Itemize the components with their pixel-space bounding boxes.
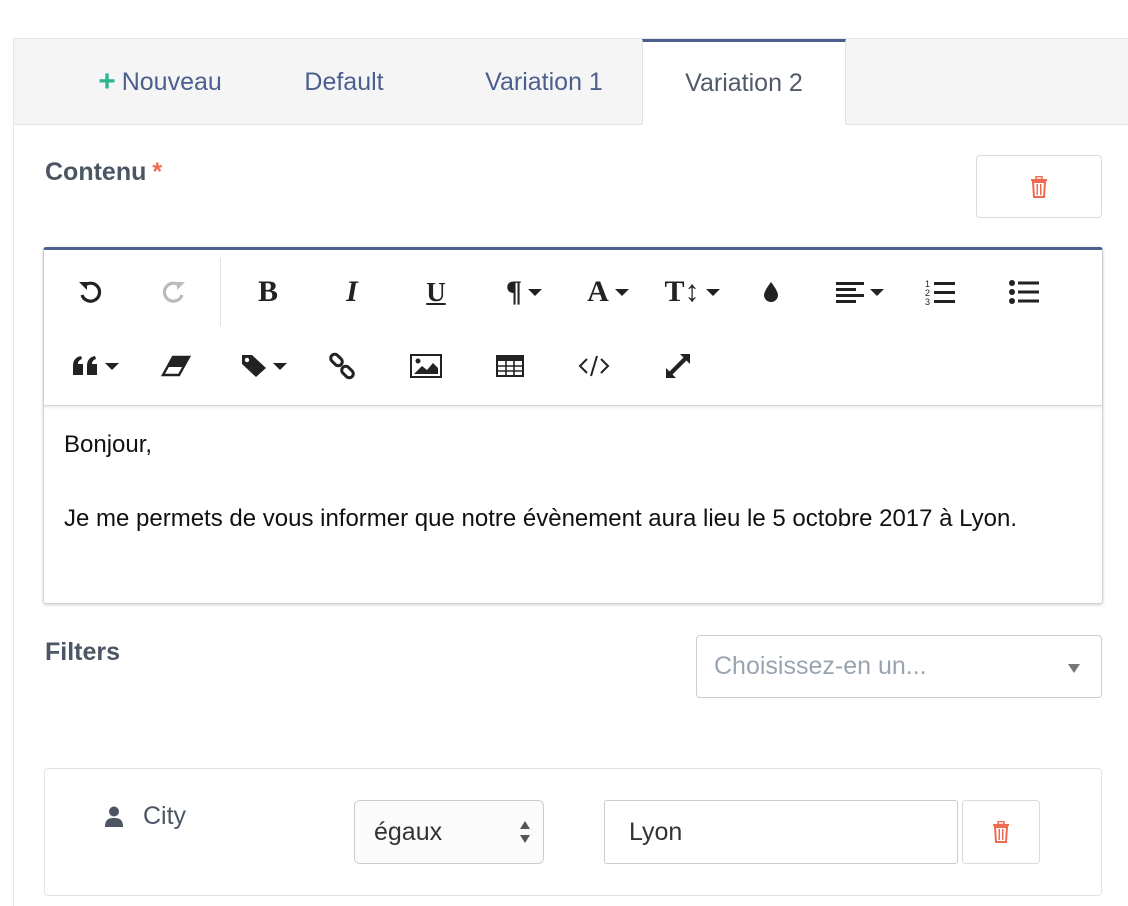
editor-content[interactable]: Bonjour, Je me permets de vous informer … (64, 426, 1084, 537)
content-label: Contenu * (45, 158, 162, 187)
chevron-down-icon (705, 288, 720, 296)
content-line-greeting: Bonjour, (64, 431, 153, 458)
up-down-arrows-icon (520, 821, 530, 843)
link-icon (329, 352, 355, 380)
filter-select-placeholder: Choisissez-en un... (714, 652, 927, 680)
unordered-list-button[interactable] (1004, 272, 1044, 312)
tag-button[interactable] (234, 346, 294, 386)
eraser-icon (161, 355, 191, 377)
required-marker: * (152, 158, 163, 186)
quote-button[interactable] (66, 346, 126, 386)
font-style-button[interactable]: A (578, 272, 638, 312)
tab-variation-2[interactable]: Variation 2 (642, 39, 846, 125)
chevron-down-icon (614, 288, 629, 296)
fullscreen-button[interactable] (658, 346, 698, 386)
font-size-button[interactable]: T↕ (662, 272, 722, 312)
chevron-down-icon (870, 288, 884, 296)
bold-button[interactable]: B (248, 272, 288, 312)
content-label-text: Contenu (45, 158, 147, 186)
chevron-down-icon (105, 362, 119, 370)
filter-operator-value: égaux (374, 817, 443, 846)
chevron-down-icon (528, 288, 543, 296)
image-icon (410, 354, 442, 378)
chevron-down-icon (1068, 664, 1080, 673)
link-button[interactable] (322, 346, 362, 386)
image-button[interactable] (406, 346, 446, 386)
italic-button[interactable]: I (332, 272, 372, 312)
editor-toolbar: B I U ¶ A T↕ 1 2 3 (44, 250, 1102, 406)
tab-bar: + Nouveau Default Variation 1 Variation … (14, 39, 1128, 125)
table-icon (496, 355, 524, 377)
font-size-icon: T↕ (664, 275, 700, 308)
tab-new[interactable]: + Nouveau (70, 39, 250, 125)
quote-icon (73, 356, 97, 375)
delete-content-button[interactable] (976, 155, 1102, 218)
tab-variation-1[interactable]: Variation 1 (454, 39, 634, 125)
unordered-list-icon (1009, 280, 1039, 304)
paragraph-button[interactable]: ¶ (494, 272, 554, 312)
redo-icon (162, 281, 185, 303)
color-button[interactable] (751, 272, 791, 312)
filter-value-input[interactable] (604, 800, 958, 864)
align-button[interactable] (830, 272, 890, 312)
filter-field-select[interactable]: Choisissez-en un... (696, 635, 1102, 698)
bold-icon: B (257, 275, 278, 308)
user-icon (105, 806, 123, 827)
content-gap (64, 463, 1084, 500)
eraser-button[interactable] (156, 346, 196, 386)
trash-icon (993, 821, 1009, 843)
content-line-body: Je me permets de vous informer que notre… (64, 505, 1018, 532)
rich-text-editor: B I U ¶ A T↕ 1 2 3 Bonjour, Je me permet… (43, 247, 1103, 604)
tab-default[interactable]: Default (284, 39, 404, 125)
fullscreen-icon (666, 354, 690, 378)
svg-text:3: 3 (925, 297, 930, 306)
font-color-icon: A (587, 275, 609, 308)
ordered-list-icon: 1 2 3 (925, 279, 955, 306)
underline-button[interactable]: U (416, 272, 456, 312)
filter-field-name: City (143, 802, 187, 830)
redo-button[interactable] (154, 272, 194, 312)
undo-button[interactable] (70, 272, 110, 312)
code-view-button[interactable] (574, 346, 614, 386)
trash-icon (1031, 175, 1047, 198)
tag-icon (242, 355, 266, 377)
delete-filter-button[interactable] (962, 800, 1040, 864)
filter-field-label: City (104, 802, 186, 831)
paragraph-icon: ¶ (505, 275, 523, 308)
code-view-icon (578, 355, 610, 377)
align-icon (836, 282, 864, 303)
ordered-list-button[interactable]: 1 2 3 (920, 272, 960, 312)
color-drop-icon (764, 282, 778, 302)
filter-operator-select[interactable]: égaux (354, 800, 544, 864)
chevron-down-icon (273, 362, 287, 370)
toolbar-separator (220, 258, 221, 326)
undo-icon (79, 281, 102, 303)
plus-icon: + (98, 65, 116, 98)
tab-new-label: Nouveau (121, 67, 222, 96)
underline-icon: U (426, 276, 446, 307)
table-button[interactable] (490, 346, 530, 386)
italic-icon: I (346, 275, 358, 308)
filters-label: Filters (45, 638, 121, 666)
